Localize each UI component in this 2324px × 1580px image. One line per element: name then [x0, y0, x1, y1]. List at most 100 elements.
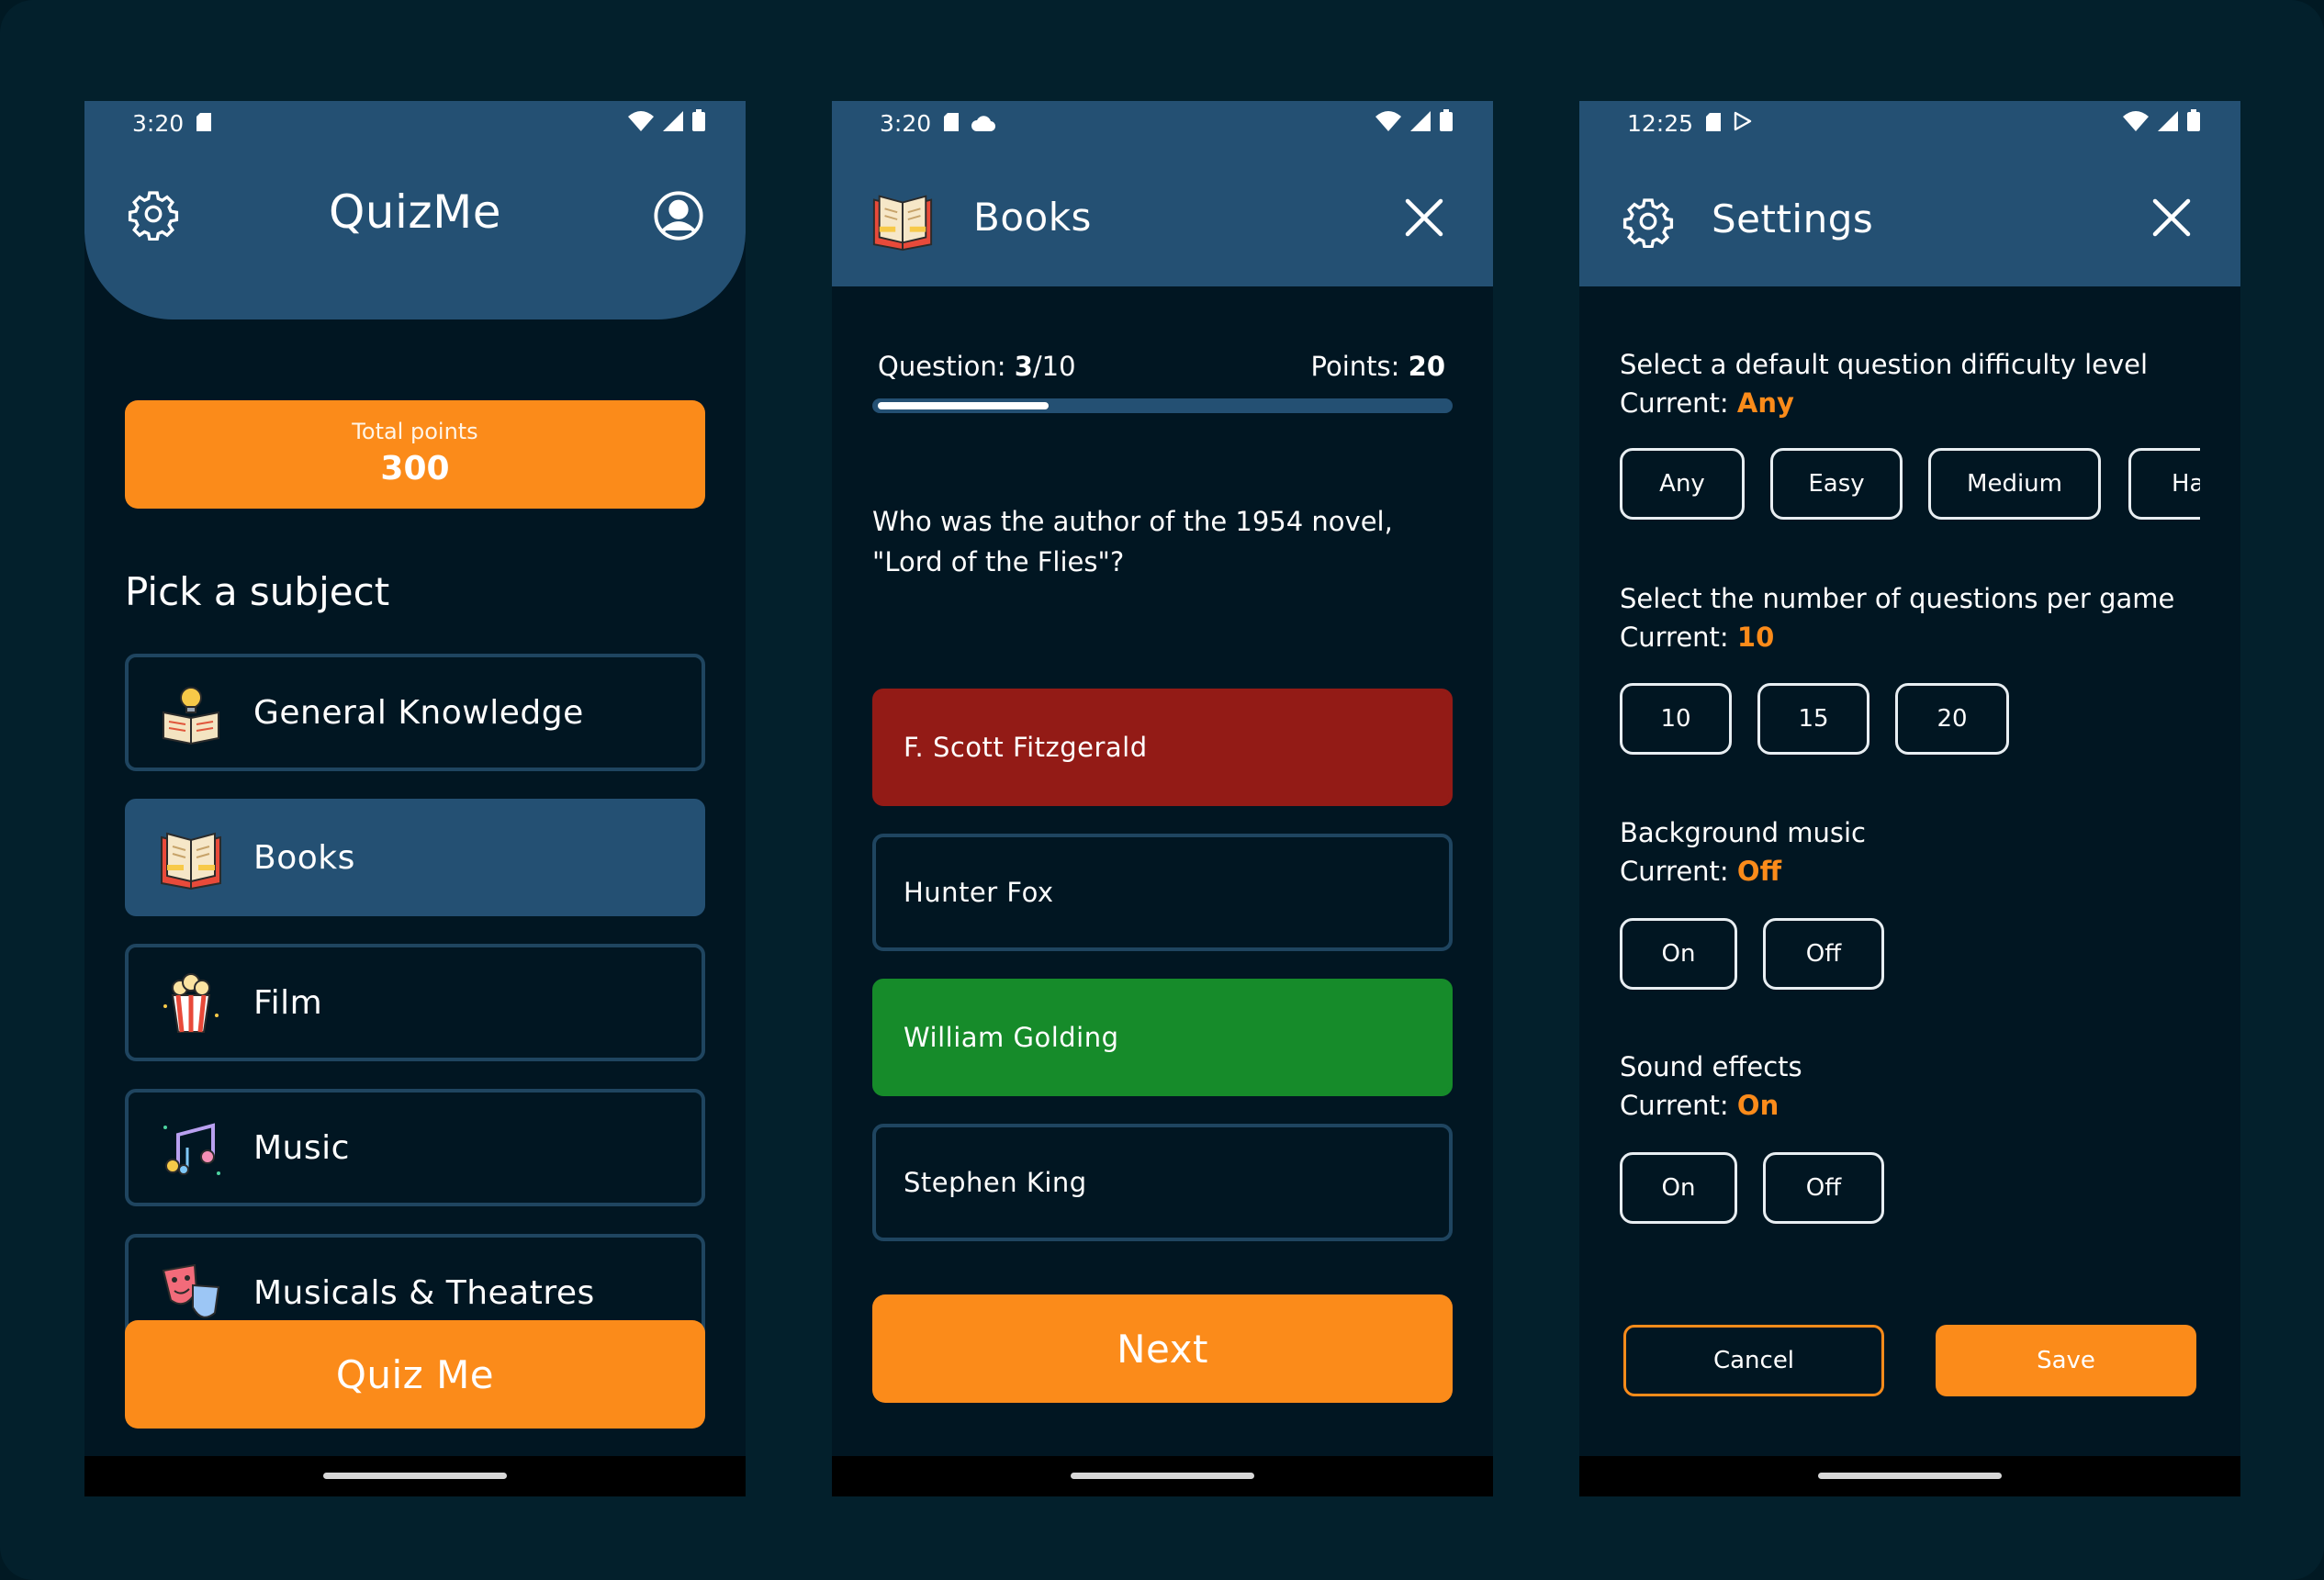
play-store-icon	[1734, 110, 1752, 137]
cancel-button[interactable]: Cancel	[1623, 1325, 1884, 1396]
status-time: 12:25	[1627, 109, 1694, 137]
close-button[interactable]	[1394, 189, 1454, 250]
difficulty-label: Select a default question difficulty lev…	[1620, 349, 2149, 380]
subject-label: Books	[253, 838, 355, 877]
questions-current-value: 10	[1736, 622, 1775, 653]
subject-label: General Knowledge	[253, 693, 584, 732]
signal-icon	[2158, 110, 2178, 137]
music-current-value: Off	[1736, 856, 1782, 887]
subject-books[interactable]: Books	[125, 799, 705, 916]
current-label: Current:	[1620, 856, 1729, 887]
theatre-masks-icon	[156, 1258, 226, 1328]
music-setting-label: Background music Current: Off	[1620, 813, 1866, 891]
question-total: /10	[1032, 351, 1076, 382]
close-icon	[1404, 197, 1444, 241]
sfx-label: Sound effects	[1620, 1051, 1802, 1082]
quiz-screen: 3:20 Books Question: 3/10 Points: 20 Who…	[832, 101, 1493, 1496]
settings-title: Settings	[1712, 196, 1874, 241]
subject-label: Music	[253, 1128, 350, 1167]
total-points-card: Total points 300	[125, 400, 705, 509]
points-label: Points:	[1310, 351, 1400, 382]
battery-icon	[692, 109, 705, 137]
status-bar: 12:25	[1579, 101, 2240, 145]
wifi-icon	[2123, 110, 2149, 137]
points-counter: Points: 20	[1311, 351, 1445, 382]
next-button[interactable]: Next	[872, 1294, 1453, 1403]
answer-option-3[interactable]: William Golding	[872, 979, 1453, 1096]
music-label: Background music	[1620, 817, 1866, 848]
pick-subject-heading: Pick a subject	[125, 569, 390, 614]
questions-label: Select the number of questions per game	[1620, 583, 2175, 614]
questions-options[interactable]: 10 15 20	[1620, 683, 2200, 756]
wifi-icon	[1375, 110, 1401, 137]
subject-list[interactable]: General Knowledge Books Film Music Music…	[125, 654, 705, 1394]
sfx-options[interactable]: On Off	[1620, 1152, 2200, 1226]
profile-button[interactable]	[646, 185, 711, 250]
close-icon	[2151, 197, 2192, 241]
status-bar: 3:20	[84, 101, 746, 145]
status-bar: 3:20	[832, 101, 1493, 145]
battery-icon	[1440, 109, 1453, 137]
current-label: Current:	[1620, 622, 1729, 653]
quiz-progress-bar	[872, 398, 1453, 413]
difficulty-setting-label: Select a default question difficulty lev…	[1620, 345, 2148, 422]
difficulty-options[interactable]: Any Easy Medium Ha	[1620, 448, 2200, 521]
questions-setting-label: Select the number of questions per game …	[1620, 579, 2174, 656]
music-options[interactable]: On Off	[1620, 918, 2200, 992]
account-circle-icon	[652, 189, 705, 246]
questions-option-15[interactable]: 15	[1757, 683, 1869, 755]
sfx-option-off[interactable]: Off	[1763, 1152, 1884, 1224]
difficulty-option-easy[interactable]: Easy	[1770, 448, 1903, 520]
popcorn-icon	[156, 968, 226, 1037]
total-points-label: Total points	[352, 419, 478, 444]
home-handle[interactable]	[1071, 1473, 1254, 1479]
music-option-off[interactable]: Off	[1763, 918, 1884, 990]
sfx-option-on[interactable]: On	[1620, 1152, 1737, 1224]
gesture-nav-bar	[84, 1456, 746, 1496]
subject-label: Musicals & Theatres	[253, 1273, 595, 1312]
sd-card-icon	[944, 110, 960, 137]
questions-option-10[interactable]: 10	[1620, 683, 1732, 755]
cloud-icon	[971, 110, 996, 137]
question-label: Question:	[878, 351, 1006, 382]
subject-general-knowledge[interactable]: General Knowledge	[125, 654, 705, 771]
subject-music[interactable]: Music	[125, 1089, 705, 1206]
wifi-icon	[628, 110, 654, 137]
subject-film[interactable]: Film	[125, 944, 705, 1061]
book-icon	[156, 823, 226, 892]
question-current: 3	[1014, 351, 1033, 382]
points-value: 20	[1408, 351, 1445, 382]
settings-screen: 12:25 Settings Select a default question…	[1579, 101, 2240, 1496]
answer-option-2[interactable]: Hunter Fox	[872, 834, 1453, 951]
music-notes-icon	[156, 1113, 226, 1182]
difficulty-option-medium[interactable]: Medium	[1928, 448, 2101, 520]
home-handle[interactable]	[323, 1473, 507, 1479]
signal-icon	[663, 110, 683, 137]
question-counter: Question: 3/10	[878, 351, 1076, 382]
difficulty-option-any[interactable]: Any	[1620, 448, 1745, 520]
home-handle[interactable]	[1818, 1473, 2002, 1479]
answer-option-1[interactable]: F. Scott Fitzgerald	[872, 689, 1453, 806]
answer-option-4[interactable]: Stephen King	[872, 1124, 1453, 1241]
sd-card-icon	[196, 110, 212, 137]
difficulty-current-value: Any	[1736, 387, 1794, 419]
questions-option-20[interactable]: 20	[1895, 683, 2009, 755]
close-button[interactable]	[2141, 189, 2202, 250]
difficulty-current-row: Current: Any	[1620, 384, 2148, 422]
home-screen: 3:20 QuizMe Total points 300 Pick a subj…	[84, 101, 746, 1496]
sfx-current-row: Current: On	[1620, 1086, 1802, 1125]
sfx-current-value: On	[1736, 1090, 1779, 1121]
total-points-value: 300	[380, 450, 450, 487]
quiz-me-button[interactable]: Quiz Me	[125, 1320, 705, 1429]
signal-icon	[1410, 110, 1431, 137]
question-text: Who was the author of the 1954 novel, "L…	[872, 506, 1393, 577]
book-icon	[869, 185, 937, 253]
gesture-nav-bar	[1579, 1456, 2240, 1496]
status-time: 3:20	[880, 109, 932, 137]
music-option-on[interactable]: On	[1620, 918, 1737, 990]
gear-icon	[1616, 189, 1680, 253]
sfx-setting-label: Sound effects Current: On	[1620, 1048, 1802, 1125]
book-lightbulb-icon	[156, 678, 226, 747]
save-button[interactable]: Save	[1936, 1325, 2196, 1396]
difficulty-option-hard[interactable]: Ha	[2128, 448, 2200, 520]
